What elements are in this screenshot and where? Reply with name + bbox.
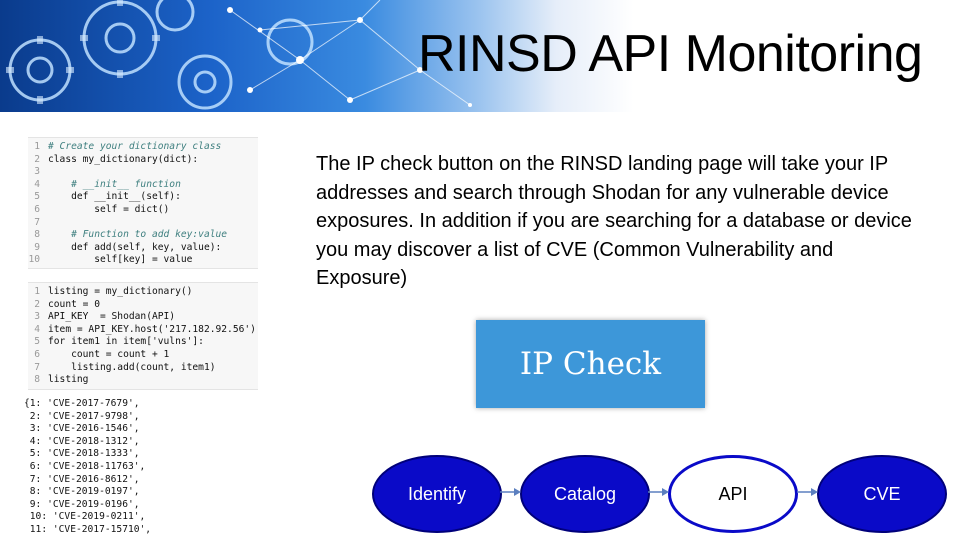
arrow-right-icon — [648, 488, 669, 496]
code-line: 8 listing — [34, 374, 89, 386]
output-line: 10: 'CVE-2019-0211', — [24, 511, 146, 523]
slide-title: RINSD API Monitoring — [418, 25, 923, 83]
code-line: 4 # __init__ function — [34, 178, 181, 190]
output-line: {1: 'CVE-2017-7679', — [24, 398, 140, 409]
code-cell-shodan-query: 1 listing = my_dictionary() 2 count = 0 3A… — [28, 282, 258, 390]
code-cell-class-definition: 1 # Create your dictionary class 2 class m… — [28, 137, 258, 269]
output-line: 11: 'CVE-2017-15710', — [24, 523, 152, 535]
output-line: 7: 'CVE-2016-8612', — [24, 473, 140, 485]
output-line: 9: 'CVE-2019-0196', — [24, 498, 140, 510]
code-line: 6 count = count + 1 — [34, 348, 170, 360]
ip-check-button[interactable]: IP Check — [476, 320, 705, 408]
code-line: 5 def __init__(self): — [34, 191, 181, 203]
code-line: 7 — [34, 216, 40, 228]
arrow-right-icon — [797, 488, 818, 496]
flow-node-api: API — [668, 455, 798, 533]
flow-node-catalog: Catalog — [520, 455, 650, 533]
description-text: The IP check button on the RINSD landing… — [316, 153, 912, 289]
output-line: 6: 'CVE-2018-11763', — [24, 460, 146, 472]
code-line: 6 self = dict() — [34, 203, 170, 215]
code-output: {1: 'CVE-2017-7679', 2: 'CVE-2017-9798',… — [24, 398, 264, 540]
output-line: 4: 'CVE-2018-1312', — [24, 435, 140, 447]
code-line: 9 def add(self, key, value): — [34, 241, 222, 253]
arrow-right-icon — [500, 488, 521, 496]
flow-node-cve: CVE — [817, 455, 947, 533]
code-line: 10 self[key] = value — [28, 254, 193, 266]
code-line: 7 listing.add(count, item1) — [34, 361, 216, 373]
code-line: 1 listing = my_dictionary() — [34, 286, 193, 297]
output-line: 5: 'CVE-2018-1333', — [24, 448, 140, 460]
code-line: 8 # Function to add key:value — [34, 229, 228, 241]
output-line: 8: 'CVE-2019-0197', — [24, 486, 140, 498]
code-line: 4 item = API_KEY.host('217.182.92.56') — [34, 323, 256, 335]
code-line: 2 count = 0 — [34, 298, 100, 310]
flow-node-identify: Identify — [372, 455, 502, 533]
code-line: 3 — [34, 166, 40, 178]
output-line: 2: 'CVE-2017-9798', — [24, 410, 140, 422]
code-line: 5 for item1 in item['vulns']: — [34, 336, 204, 348]
code-line: 3 API_KEY = Shodan(API) — [34, 311, 176, 323]
output-line: 3: 'CVE-2016-1546', — [24, 423, 140, 435]
code-line: 1 # Create your dictionary class — [34, 141, 222, 152]
code-line: 2 class my_dictionary(dict): — [34, 153, 199, 165]
